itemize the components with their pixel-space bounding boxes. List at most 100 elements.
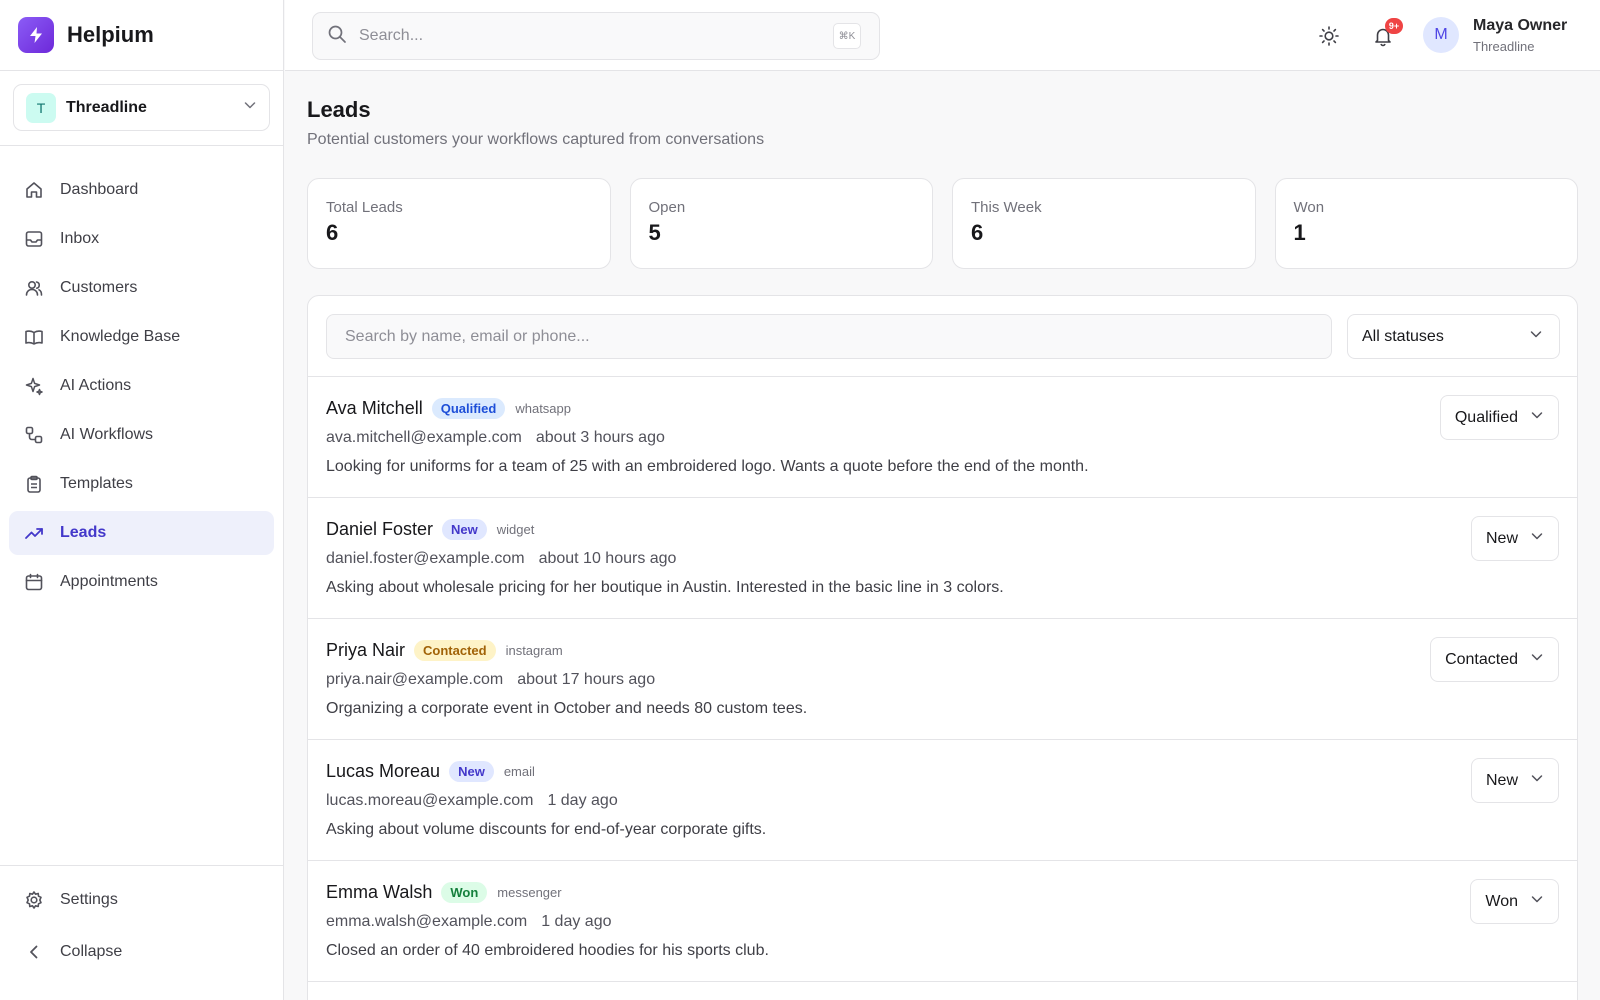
lead-note: Looking for uniforms for a team of 25 wi… — [326, 458, 1089, 475]
sidebar-item-label: Inbox — [60, 230, 100, 247]
lead-channel: whatsapp — [515, 400, 571, 416]
lead-status-select[interactable]: New — [1470, 516, 1559, 561]
search-shortcut: ⌘K — [833, 23, 861, 49]
clipboard-icon — [23, 473, 45, 495]
status-badge: New — [449, 760, 494, 782]
lead-name[interactable]: Ava Mitchell — [326, 398, 423, 419]
chevron-left-icon — [23, 941, 45, 963]
stat-label: Total Leads — [326, 199, 403, 216]
calendar-icon — [23, 571, 45, 593]
sidebar-item-templates[interactable]: Templates — [9, 462, 274, 506]
status-filter-value: All statuses — [1362, 327, 1444, 345]
collapse-sidebar-button[interactable]: Collapse — [9, 930, 274, 974]
users-icon — [23, 277, 45, 299]
lead-status-value: New — [1485, 771, 1518, 789]
sidebar-item-ai-actions[interactable]: AI Actions — [9, 364, 274, 408]
stat-card-open: Open 5 — [629, 178, 933, 269]
sidebar-item-ai-workflows[interactable]: AI Workflows — [9, 413, 274, 457]
workspace-name: Threadline — [66, 98, 147, 116]
lead-channel: instagram — [505, 642, 563, 658]
lead-channel: messenger — [497, 884, 562, 900]
chevron-down-icon — [1530, 650, 1544, 669]
sidebar-item-inbox[interactable]: Inbox — [9, 217, 274, 261]
sidebar-item-label: Appointments — [60, 573, 158, 590]
sidebar-item-customers[interactable]: Customers — [9, 266, 274, 310]
lead-email: daniel.foster@example.com — [326, 550, 525, 567]
stat-card-won: Won 1 — [1274, 178, 1578, 269]
sidebar-item-leads[interactable]: Leads — [9, 511, 274, 555]
user-name[interactable]: Maya Owner — [1473, 17, 1567, 35]
chevron-down-icon — [1530, 408, 1544, 427]
sidebar-item-dashboard[interactable]: Dashboard — [9, 168, 274, 212]
stat-value: 1 — [1293, 220, 1306, 245]
lead-name[interactable]: Priya Nair — [326, 640, 405, 661]
brand: Helpium — [0, 0, 283, 71]
chevron-down-icon — [1530, 771, 1544, 790]
lead-channel: email — [503, 763, 535, 779]
lead-time: 1 day ago — [541, 913, 612, 930]
search-placeholder: Search... — [359, 27, 424, 44]
lead-row[interactable]: Lucas Moreau New email lucas.moreau@exam… — [308, 740, 1577, 861]
leads-filters: Search by name, email or phone... All st… — [308, 296, 1577, 377]
lead-search-placeholder: Search by name, email or phone... — [345, 327, 590, 345]
app-name: Helpium — [67, 22, 154, 47]
lead-row[interactable]: Emma Walsh Won messenger emma.walsh@exam… — [308, 861, 1577, 982]
status-filter-select[interactable]: All statuses — [1347, 314, 1560, 359]
sidebar-item-label: Knowledge Base — [60, 328, 181, 345]
lead-channel: widget — [496, 521, 535, 537]
lead-email: ava.mitchell@example.com — [326, 429, 522, 446]
lightning-icon[interactable] — [18, 17, 54, 53]
chevron-down-icon — [243, 98, 257, 117]
workspace-avatar: T — [26, 92, 56, 123]
leads-list: Search by name, email or phone... All st… — [307, 295, 1578, 1000]
inbox-icon — [23, 228, 45, 250]
lead-note: Organizing a corporate event in October … — [326, 700, 808, 717]
lead-name[interactable]: Lucas Moreau — [326, 761, 440, 782]
lead-search-input[interactable]: Search by name, email or phone... — [326, 314, 1332, 359]
notification-count-badge: 9+ — [1385, 18, 1403, 34]
lead-status-select[interactable]: Won — [1470, 879, 1559, 924]
sidebar-item-label: AI Actions — [60, 377, 132, 394]
lead-status-value: Won — [1485, 892, 1518, 910]
bell-icon[interactable]: 9+ — [1370, 18, 1403, 49]
home-icon — [23, 179, 45, 201]
lead-status-select[interactable]: Qualified — [1439, 395, 1559, 440]
lead-time: about 17 hours ago — [517, 671, 656, 688]
sidebar-item-knowledge-base[interactable]: Knowledge Base — [9, 315, 274, 359]
stat-value: 6 — [326, 220, 339, 245]
lead-name[interactable]: Daniel Foster — [326, 519, 433, 540]
lead-status-value: Qualified — [1454, 408, 1518, 426]
lead-time: about 10 hours ago — [538, 550, 677, 567]
topbar: Search... ⌘K 9+ M Maya Owner Threadline — [285, 0, 1600, 71]
sidebar-item-label: Templates — [60, 475, 133, 492]
avatar[interactable]: M — [1423, 17, 1459, 53]
status-badge: New — [442, 518, 487, 540]
chevron-down-icon — [1529, 327, 1543, 346]
sidebar: Helpium T Threadline Dashboard Inbox Cus… — [0, 0, 284, 1000]
search-icon — [327, 24, 347, 49]
sun-icon[interactable] — [1316, 23, 1342, 49]
sidebar-item-label: Dashboard — [60, 181, 139, 198]
lead-row[interactable]: Priya Nair Contacted instagram priya.nai… — [308, 619, 1577, 740]
lead-note: Closed an order of 40 embroidered hoodie… — [326, 942, 769, 959]
lead-status-select[interactable]: New — [1470, 758, 1559, 803]
sidebar-item-label: Customers — [60, 279, 138, 296]
lead-status-select[interactable]: Contacted — [1430, 637, 1559, 682]
lead-email: lucas.moreau@example.com — [326, 792, 534, 809]
lead-status-value: New — [1485, 529, 1518, 547]
lead-name[interactable]: Emma Walsh — [326, 882, 432, 903]
sparkles-icon — [23, 375, 45, 397]
status-badge: Contacted — [414, 639, 496, 661]
lead-row[interactable]: Ava Mitchell Qualified whatsapp ava.mitc… — [308, 377, 1577, 498]
stat-label: This Week — [971, 199, 1042, 216]
lead-status-value: Contacted — [1445, 650, 1518, 668]
global-search-input[interactable]: Search... ⌘K — [312, 12, 880, 60]
gear-icon — [23, 889, 45, 911]
stat-card-this-week: This Week 6 — [952, 178, 1256, 269]
workspace-switcher[interactable]: T Threadline — [13, 84, 270, 131]
sidebar-item-settings[interactable]: Settings — [9, 878, 274, 922]
chevron-down-icon — [1530, 892, 1544, 911]
lead-row[interactable]: Daniel Foster New widget daniel.foster@e… — [308, 498, 1577, 619]
stat-label: Won — [1293, 199, 1325, 216]
sidebar-item-appointments[interactable]: Appointments — [9, 560, 274, 604]
